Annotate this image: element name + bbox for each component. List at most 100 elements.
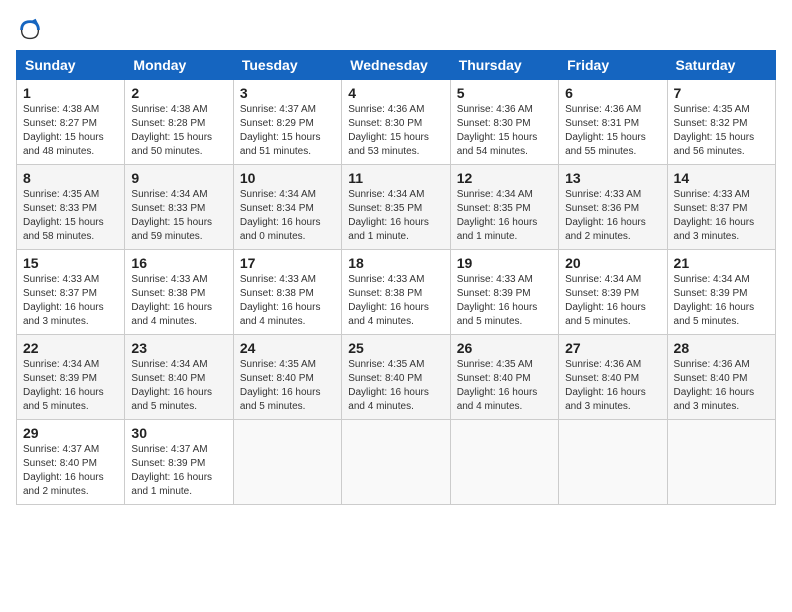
calendar-day-cell: 14Sunrise: 4:33 AM Sunset: 8:37 PM Dayli… — [667, 165, 775, 250]
day-number: 5 — [457, 85, 552, 101]
calendar-day-cell: 11 Sunrise: 4:34 AM Sunset: 8:35 PM Dayli… — [342, 165, 450, 250]
day-number: 19 — [457, 255, 552, 271]
day-number: 30 — [131, 425, 226, 441]
calendar-day-cell: 29Sunrise: 4:37 AM Sunset: 8:40 PM Dayli… — [17, 420, 125, 505]
day-info: Sunrise: 4:35 AM Sunset: 8:33 PM Dayligh… — [23, 188, 118, 244]
calendar-day-cell: 8Sunrise: 4:35 AM Sunset: 8:33 PM Daylig… — [17, 165, 125, 250]
day-info: Sunrise: 4:37 AM Sunset: 8:39 PM Dayligh… — [131, 443, 226, 499]
day-info: Sunrise: 4:33 AM Sunset: 8:38 PM Dayligh… — [348, 273, 443, 329]
calendar-day-cell: 16 Sunrise: 4:33 AM Sunset: 8:38 PM Dayli… — [125, 250, 233, 335]
day-info: Sunrise: 4:35 AM Sunset: 8:32 PM Dayligh… — [674, 103, 769, 159]
day-info: Sunrise: 4:35 AM Sunset: 8:40 PM Dayligh… — [457, 358, 552, 414]
day-info: Sunrise: 4:33 AM Sunset: 8:38 PM Dayligh… — [131, 273, 226, 329]
calendar-day-cell: 24 Sunrise: 4:35 AM Sunset: 8:40 PM Dayli… — [233, 335, 341, 420]
weekday-header-saturday: Saturday — [667, 51, 775, 80]
day-number: 9 — [131, 170, 226, 186]
calendar-day-cell: 23Sunrise: 4:34 AM Sunset: 8:40 PM Dayli… — [125, 335, 233, 420]
calendar-day-cell: 13 Sunrise: 4:33 AM Sunset: 8:36 PM Dayli… — [559, 165, 667, 250]
day-number: 28 — [674, 340, 769, 356]
calendar-day-cell: 18 Sunrise: 4:33 AM Sunset: 8:38 PM Dayli… — [342, 250, 450, 335]
day-number: 7 — [674, 85, 769, 101]
day-info: Sunrise: 4:34 AM Sunset: 8:35 PM Dayligh… — [457, 188, 552, 244]
day-info: Sunrise: 4:34 AM Sunset: 8:35 PM Dayligh… — [348, 188, 443, 244]
calendar-day-cell: 17 Sunrise: 4:33 AM Sunset: 8:38 PM Dayli… — [233, 250, 341, 335]
calendar-day-cell: 3 Sunrise: 4:37 AM Sunset: 8:29 PM Daylig… — [233, 80, 341, 165]
day-info: Sunrise: 4:34 AM Sunset: 8:33 PM Dayligh… — [131, 188, 226, 244]
day-info: Sunrise: 4:33 AM Sunset: 8:39 PM Dayligh… — [457, 273, 552, 329]
calendar-day-cell: 6 Sunrise: 4:36 AM Sunset: 8:31 PM Daylig… — [559, 80, 667, 165]
day-info: Sunrise: 4:34 AM Sunset: 8:39 PM Dayligh… — [23, 358, 118, 414]
day-info: Sunrise: 4:36 AM Sunset: 8:30 PM Dayligh… — [457, 103, 552, 159]
day-info: Sunrise: 4:38 AM Sunset: 8:27 PM Dayligh… — [23, 103, 118, 159]
day-number: 27 — [565, 340, 660, 356]
calendar-week-row: 1 Sunrise: 4:38 AM Sunset: 8:27 PM Daylig… — [17, 80, 776, 165]
day-info: Sunrise: 4:34 AM Sunset: 8:39 PM Dayligh… — [674, 273, 769, 329]
general-blue-logo-icon — [16, 16, 44, 44]
logo — [16, 16, 44, 44]
weekday-header-tuesday: Tuesday — [233, 51, 341, 80]
weekday-header-monday: Monday — [125, 51, 233, 80]
day-number: 6 — [565, 85, 660, 101]
day-info: Sunrise: 4:33 AM Sunset: 8:36 PM Dayligh… — [565, 188, 660, 244]
weekday-header-wednesday: Wednesday — [342, 51, 450, 80]
day-number: 21 — [674, 255, 769, 271]
day-info: Sunrise: 4:34 AM Sunset: 8:39 PM Dayligh… — [565, 273, 660, 329]
day-number: 3 — [240, 85, 335, 101]
calendar-day-cell: 25 Sunrise: 4:35 AM Sunset: 8:40 PM Dayli… — [342, 335, 450, 420]
day-number: 26 — [457, 340, 552, 356]
calendar-day-cell: 15 Sunrise: 4:33 AM Sunset: 8:37 PM Dayli… — [17, 250, 125, 335]
calendar-day-cell: 22 Sunrise: 4:34 AM Sunset: 8:39 PM Dayli… — [17, 335, 125, 420]
empty-cell — [559, 420, 667, 505]
calendar-day-cell: 21 Sunrise: 4:34 AM Sunset: 8:39 PM Dayli… — [667, 250, 775, 335]
day-info: Sunrise: 4:36 AM Sunset: 8:31 PM Dayligh… — [565, 103, 660, 159]
day-info: Sunrise: 4:38 AM Sunset: 8:28 PM Dayligh… — [131, 103, 226, 159]
day-info: Sunrise: 4:36 AM Sunset: 8:30 PM Dayligh… — [348, 103, 443, 159]
day-info: Sunrise: 4:35 AM Sunset: 8:40 PM Dayligh… — [348, 358, 443, 414]
weekday-header-thursday: Thursday — [450, 51, 558, 80]
calendar-day-cell: 20 Sunrise: 4:34 AM Sunset: 8:39 PM Dayli… — [559, 250, 667, 335]
calendar-day-cell: 28Sunrise: 4:36 AM Sunset: 8:40 PM Dayli… — [667, 335, 775, 420]
weekday-header-sunday: Sunday — [17, 51, 125, 80]
calendar-day-cell: 9 Sunrise: 4:34 AM Sunset: 8:33 PM Daylig… — [125, 165, 233, 250]
empty-cell — [233, 420, 341, 505]
calendar-header-row: SundayMondayTuesdayWednesdayThursdayFrid… — [17, 51, 776, 80]
calendar-day-cell: 26 Sunrise: 4:35 AM Sunset: 8:40 PM Dayli… — [450, 335, 558, 420]
calendar-day-cell: 12Sunrise: 4:34 AM Sunset: 8:35 PM Dayli… — [450, 165, 558, 250]
day-info: Sunrise: 4:37 AM Sunset: 8:29 PM Dayligh… — [240, 103, 335, 159]
day-number: 15 — [23, 255, 118, 271]
day-number: 16 — [131, 255, 226, 271]
calendar-day-cell: 30 Sunrise: 4:37 AM Sunset: 8:39 PM Dayli… — [125, 420, 233, 505]
calendar-week-row: 8Sunrise: 4:35 AM Sunset: 8:33 PM Daylig… — [17, 165, 776, 250]
day-number: 13 — [565, 170, 660, 186]
day-number: 18 — [348, 255, 443, 271]
day-number: 22 — [23, 340, 118, 356]
day-info: Sunrise: 4:33 AM Sunset: 8:37 PM Dayligh… — [23, 273, 118, 329]
day-number: 1 — [23, 85, 118, 101]
empty-cell — [450, 420, 558, 505]
calendar-day-cell: 27 Sunrise: 4:36 AM Sunset: 8:40 PM Dayli… — [559, 335, 667, 420]
calendar-week-row: 22 Sunrise: 4:34 AM Sunset: 8:39 PM Dayli… — [17, 335, 776, 420]
day-info: Sunrise: 4:34 AM Sunset: 8:34 PM Dayligh… — [240, 188, 335, 244]
day-number: 11 — [348, 170, 443, 186]
day-info: Sunrise: 4:33 AM Sunset: 8:38 PM Dayligh… — [240, 273, 335, 329]
calendar-day-cell: 4 Sunrise: 4:36 AM Sunset: 8:30 PM Daylig… — [342, 80, 450, 165]
day-number: 17 — [240, 255, 335, 271]
day-number: 25 — [348, 340, 443, 356]
day-info: Sunrise: 4:33 AM Sunset: 8:37 PM Dayligh… — [674, 188, 769, 244]
calendar-day-cell: 5 Sunrise: 4:36 AM Sunset: 8:30 PM Daylig… — [450, 80, 558, 165]
day-number: 4 — [348, 85, 443, 101]
day-info: Sunrise: 4:37 AM Sunset: 8:40 PM Dayligh… — [23, 443, 118, 499]
empty-cell — [342, 420, 450, 505]
day-info: Sunrise: 4:36 AM Sunset: 8:40 PM Dayligh… — [565, 358, 660, 414]
calendar-week-row: 15 Sunrise: 4:33 AM Sunset: 8:37 PM Dayli… — [17, 250, 776, 335]
empty-cell — [667, 420, 775, 505]
calendar-day-cell: 10Sunrise: 4:34 AM Sunset: 8:34 PM Dayli… — [233, 165, 341, 250]
calendar-day-cell: 1 Sunrise: 4:38 AM Sunset: 8:27 PM Daylig… — [17, 80, 125, 165]
header — [16, 16, 776, 44]
calendar-day-cell: 7 Sunrise: 4:35 AM Sunset: 8:32 PM Daylig… — [667, 80, 775, 165]
day-info: Sunrise: 4:35 AM Sunset: 8:40 PM Dayligh… — [240, 358, 335, 414]
day-number: 24 — [240, 340, 335, 356]
day-number: 20 — [565, 255, 660, 271]
weekday-header-friday: Friday — [559, 51, 667, 80]
calendar-week-row: 29Sunrise: 4:37 AM Sunset: 8:40 PM Dayli… — [17, 420, 776, 505]
